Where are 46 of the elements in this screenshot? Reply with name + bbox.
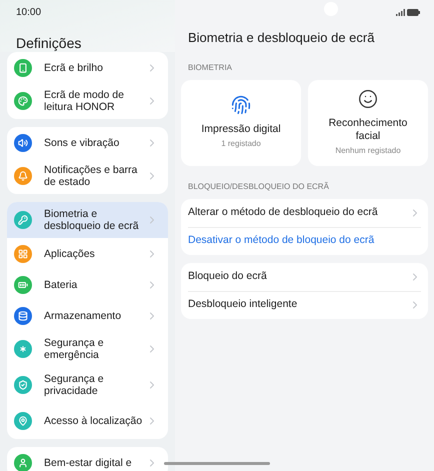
signal-icon: [396, 8, 405, 16]
card-title: Impressão digital: [200, 123, 282, 136]
settings-row[interactable]: Desbloqueio inteligente: [188, 290, 421, 318]
item-label: Bem-estar digital e: [44, 456, 133, 468]
sidebar-title: Definições: [16, 34, 82, 53]
biometric-card[interactable]: Impressão digital 1 registado: [181, 80, 301, 166]
item-label: Biometria e desbloqueio de ecrã: [44, 208, 140, 232]
face-icon: [358, 88, 378, 108]
item-label: Ecrã de modo de leitura HONOR: [44, 89, 125, 113]
item-label: Aplicações: [44, 248, 96, 260]
sidebar-item[interactable]: Segurança e privacidade: [7, 367, 168, 403]
page-title: Biometria e desbloqueio de ecrã: [187, 29, 376, 47]
card-title: Reconhecimento facial: [328, 116, 408, 142]
row-label: Bloqueio do ecrã: [188, 268, 268, 284]
sidebar-item[interactable]: Bem-estar digital e: [7, 447, 168, 471]
item-label: Ecrã e brilho: [44, 62, 104, 74]
biometric-card[interactable]: Reconhecimento facial Nenhum registado: [308, 80, 428, 166]
card-subtitle: Nenhum registado: [335, 144, 401, 156]
section-label: BIOMETRIA: [187, 62, 234, 74]
sidebar-item[interactable]: Segurança e emergência: [7, 331, 168, 367]
section-label: BLOQUEIO/DESBLOQUEIO DO ECRÃ: [187, 180, 330, 192]
sidebar-item[interactable]: Ecrã de modo de leitura HONOR: [7, 83, 168, 119]
card-subtitle: 1 registado: [221, 138, 261, 150]
sidebar-item[interactable]: Biometria e desbloqueio de ecrã: [7, 202, 168, 238]
sidebar-item[interactable]: Sons e vibração: [7, 127, 168, 158]
settings-row[interactable]: Alterar o método de desbloqueio do ecrã: [188, 198, 421, 226]
sidebar-item[interactable]: Ecrã e brilho: [7, 52, 168, 83]
item-label: Bateria: [44, 278, 78, 290]
item-label: Segurança e privacidade: [44, 373, 105, 397]
fingerprint-icon: [231, 95, 251, 115]
item-label: Armazenamento: [44, 310, 122, 322]
sidebar-item[interactable]: Acesso à localização: [7, 403, 168, 439]
sidebar-item[interactable]: Notificações e barra de estado: [7, 158, 168, 194]
item-label: Sons e vibração: [44, 136, 120, 148]
item-label: Notificações e barra de estado: [44, 164, 138, 188]
settings-row[interactable]: Bloqueio do ecrã: [188, 262, 421, 290]
row-label: Desbloqueio inteligente: [188, 297, 298, 312]
item-label: Acesso à localização: [44, 415, 144, 427]
row-label: Alterar o método de desbloqueio do ecrã: [188, 204, 379, 220]
sidebar-item[interactable]: Armazenamento: [7, 300, 168, 331]
sidebar-item[interactable]: Aplicações: [7, 238, 168, 269]
disable-lock-link[interactable]: Desativar o método de bloqueio do ecrã: [188, 233, 374, 249]
status-time: 10:00: [16, 6, 42, 20]
item-label: Segurança e emergência: [44, 337, 105, 361]
sidebar-item[interactable]: Bateria: [7, 269, 168, 300]
battery-status-icon: [407, 8, 420, 16]
